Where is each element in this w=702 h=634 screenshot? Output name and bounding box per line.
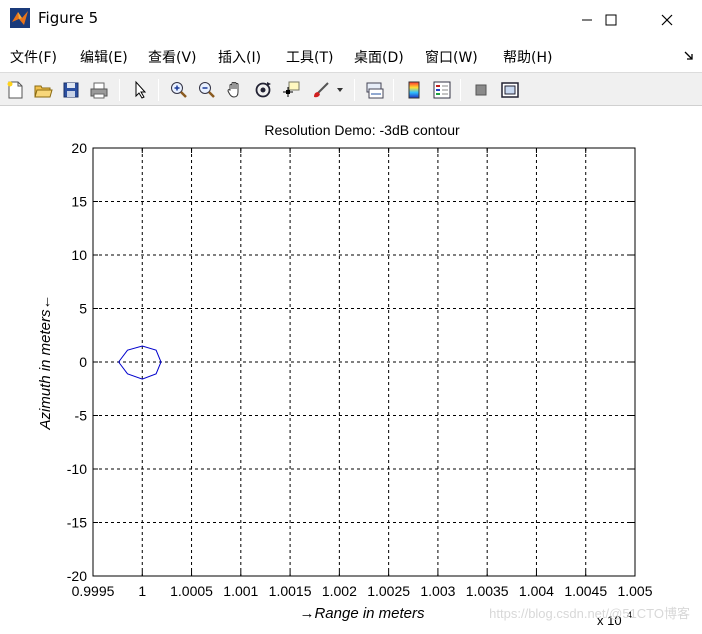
pan-button[interactable]: [223, 78, 247, 102]
x-tick-label: 1.0015: [269, 583, 312, 599]
brush-dropdown-button[interactable]: [333, 78, 347, 102]
menu-tools[interactable]: 工具(T): [286, 47, 333, 67]
colorbar-button[interactable]: [402, 78, 426, 102]
menu-bar: 文件(F) 编辑(E) 查看(V) 插入(I) 工具(T) 桌面(D) 窗口(W…: [0, 40, 702, 72]
x-tick-label: 1.003: [420, 583, 455, 599]
show-plot-tools-icon: [501, 82, 519, 98]
link-plot-button[interactable]: [363, 78, 387, 102]
new-figure-icon: [7, 81, 23, 99]
x-tick-label: 1.002: [322, 583, 357, 599]
open-file-button[interactable]: [31, 78, 55, 102]
window-title: Figure 5: [38, 9, 99, 27]
edit-plot-button[interactable]: [128, 78, 152, 102]
close-icon: [661, 14, 673, 26]
y-tick-label: 15: [71, 194, 87, 210]
plot-svg[interactable]: Resolution Demo: -3dB contour 0.9995 1 1.0…: [0, 106, 702, 634]
x-tick-label: 1.004: [519, 583, 554, 599]
data-series: [118, 345, 162, 380]
title-bar: Figure 5: [0, 0, 702, 40]
toolbar-separator: [460, 79, 461, 101]
toolbar-separator: [158, 79, 159, 101]
print-button[interactable]: [87, 78, 111, 102]
rotate-3d-button[interactable]: [251, 78, 275, 102]
x-tick-label: 0.9995: [72, 583, 115, 599]
data-cursor-button[interactable]: [279, 78, 303, 102]
menu-help[interactable]: 帮助(H): [503, 47, 552, 67]
dock-arrow-icon[interactable]: [684, 48, 694, 66]
watermark: https://blog.csdn.net/@51CTO博客: [489, 606, 690, 621]
x-tick-label: 1.0045: [564, 583, 607, 599]
menu-window[interactable]: 窗口(W): [425, 47, 478, 67]
x-tick-label: 1.005: [617, 583, 652, 599]
show-plot-tools-button[interactable]: [498, 78, 522, 102]
matlab-icon: [10, 8, 30, 28]
hide-plot-tools-button[interactable]: [469, 78, 493, 102]
edit-plot-arrow-icon: [135, 80, 147, 99]
open-file-icon: [34, 85, 53, 98]
y-tick-label: -15: [67, 515, 87, 531]
brush-icon: [314, 82, 329, 98]
new-figure-button[interactable]: [3, 78, 27, 102]
y-tick-label: -20: [67, 568, 87, 584]
x-axis-label: →Range in meters: [299, 605, 425, 622]
save-button[interactable]: [59, 78, 83, 102]
maximize-icon: [605, 14, 617, 26]
data-cursor-icon: [283, 81, 300, 97]
hide-plot-tools-icon: [475, 84, 487, 96]
y-tick-label: 10: [71, 247, 87, 263]
chevron-down-icon: [337, 88, 343, 92]
brush-button[interactable]: [309, 78, 333, 102]
print-icon: [90, 82, 108, 99]
x-tick-label: 1.001: [223, 583, 258, 599]
figure-toolbar: [0, 72, 702, 106]
zoom-out-button[interactable]: [195, 78, 219, 102]
save-icon: [63, 82, 79, 98]
x-tick-label: 1.0025: [367, 583, 410, 599]
colorbar-icon: [408, 81, 420, 99]
x-tick-label: 1.0035: [466, 583, 509, 599]
grid-lines: [93, 148, 635, 576]
toolbar-separator: [119, 79, 120, 101]
menu-insert[interactable]: 插入(I): [218, 47, 261, 67]
y-tick-label: 20: [71, 140, 87, 156]
y-axis-label: Azimuth in meters←: [37, 294, 54, 430]
menu-desktop[interactable]: 桌面(D): [354, 47, 404, 67]
toolbar-separator: [354, 79, 355, 101]
menu-view[interactable]: 查看(V): [148, 47, 197, 67]
menu-edit[interactable]: 编辑(E): [80, 47, 128, 67]
axis-ticks: 0.9995 1 1.0005 1.001 1.0015 1.002 1.0025 1.003…: [67, 140, 653, 599]
plot-title: Resolution Demo: -3dB contour: [264, 122, 460, 138]
menu-file[interactable]: 文件(F): [10, 47, 57, 67]
maximize-button[interactable]: [588, 0, 634, 40]
rotate-3d-icon: [255, 82, 271, 98]
x-tick-label: 1: [138, 583, 146, 599]
contour-line: [118, 345, 162, 380]
close-button[interactable]: [644, 0, 690, 40]
toolbar-separator: [393, 79, 394, 101]
y-tick-label: -10: [67, 461, 87, 477]
y-tick-label: -5: [75, 408, 88, 424]
link-plot-icon: [366, 82, 384, 99]
y-tick-label: 5: [79, 301, 87, 317]
legend-button[interactable]: [430, 78, 454, 102]
y-tick-label: 0: [79, 354, 87, 370]
zoom-out-icon: [199, 82, 215, 98]
legend-icon: [433, 81, 451, 99]
zoom-in-button[interactable]: [167, 78, 191, 102]
pan-hand-icon: [227, 82, 239, 98]
x-tick-label: 1.0005: [170, 583, 213, 599]
zoom-in-icon: [171, 82, 187, 98]
figure-canvas: Resolution Demo: -3dB contour 0.9995 1 1.0…: [0, 106, 702, 634]
